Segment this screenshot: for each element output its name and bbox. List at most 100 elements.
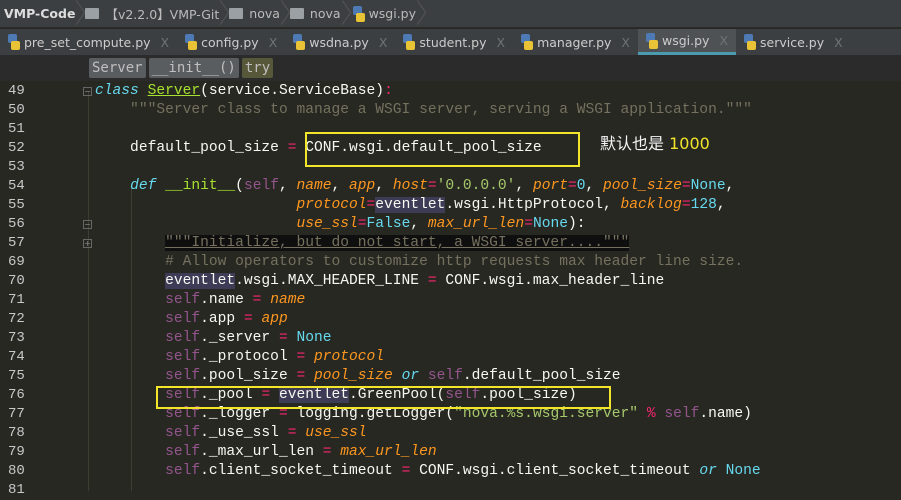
close-icon[interactable]: X bbox=[161, 35, 170, 50]
tab-service-py[interactable]: service.py X bbox=[736, 29, 851, 55]
code-token: .name) bbox=[699, 406, 752, 422]
close-icon[interactable]: X bbox=[621, 35, 630, 50]
line-number: 76 bbox=[8, 387, 25, 403]
code-token-self: self bbox=[165, 463, 201, 479]
code-line: use_ssl=False, max_url_len=None): bbox=[60, 215, 585, 234]
close-icon[interactable]: X bbox=[834, 35, 843, 50]
python-file-icon bbox=[401, 34, 416, 50]
line-number: 80 bbox=[8, 463, 25, 479]
code-token-hl: eventlet bbox=[165, 273, 236, 289]
breadcrumb-folder-nova-sub[interactable]: nova bbox=[286, 0, 347, 28]
highlight-box-default-pool-size bbox=[305, 132, 580, 167]
breadcrumb-label: nova bbox=[309, 6, 341, 21]
breadcrumb-folder-nova[interactable]: nova bbox=[225, 0, 286, 28]
tab-pre_set_compute-py[interactable]: pre_set_compute.py X bbox=[0, 29, 177, 55]
code-token-self: self bbox=[165, 311, 201, 327]
breadcrumb-folder-vmp-git[interactable]: 【v2.2.0】VMP-Git bbox=[81, 0, 225, 28]
code-token: ._use_ssl bbox=[200, 425, 288, 441]
code-token: CONF.wsgi.max_header_line bbox=[436, 273, 665, 289]
code-token-param: pool_size bbox=[603, 178, 682, 194]
code-token: .name bbox=[200, 292, 253, 308]
tab-student-py[interactable]: student.py X bbox=[395, 29, 513, 55]
code-token-self: self bbox=[165, 444, 201, 460]
code-token-self: self bbox=[664, 406, 700, 422]
tab-config-py[interactable]: config.py X bbox=[177, 29, 285, 55]
code-token-num: 0 bbox=[576, 178, 586, 194]
code-token: ( bbox=[235, 178, 244, 194]
tab-wsgi-py[interactable]: wsgi.py X bbox=[638, 29, 737, 55]
tab-label: config.py bbox=[201, 34, 259, 50]
code-token-fn: __init__ bbox=[165, 178, 236, 194]
code-token-param: port bbox=[532, 178, 568, 194]
scope-breadcrumb: Server __init__() try bbox=[0, 55, 901, 81]
tab-wsdna-py[interactable]: wsdna.py X bbox=[285, 29, 395, 55]
code-token-param: host bbox=[392, 178, 428, 194]
close-icon[interactable]: X bbox=[719, 33, 728, 48]
breadcrumb-label: nova bbox=[249, 6, 280, 21]
code-token-const: False bbox=[366, 216, 411, 232]
code-line: eventlet.wsgi.MAX_HEADER_LINE = CONF.wsg… bbox=[60, 272, 664, 291]
code-token-kw: or bbox=[401, 368, 420, 384]
code-token-param: use_ssl bbox=[296, 216, 358, 232]
close-icon[interactable]: X bbox=[269, 35, 278, 50]
code-line: """Initialize, but do not start, a WSGI … bbox=[60, 234, 630, 253]
scope-server[interactable]: Server bbox=[89, 58, 146, 78]
code-token-kw: def bbox=[130, 178, 157, 194]
code-token-param: app bbox=[261, 311, 288, 327]
code-token-param: pool_size bbox=[314, 368, 393, 384]
code-line: self.name = name bbox=[60, 291, 305, 310]
code-line: class Server(service.ServiceBase): bbox=[60, 82, 393, 101]
code-line: def __init__(self, name, app, host='0.0.… bbox=[60, 177, 734, 196]
annotation-number: 1000 bbox=[669, 134, 710, 153]
code-editor[interactable]: 49 50 51 52 53 54 55 56 57 69 70 71 72 73 74 75 76 77 78 79… bbox=[0, 81, 901, 498]
code-token: , bbox=[716, 197, 726, 213]
python-file-icon bbox=[291, 34, 306, 50]
code-token-op: = bbox=[681, 197, 691, 213]
code-token-const: None bbox=[532, 216, 568, 232]
breadcrumb-file[interactable]: wsgi.py bbox=[347, 0, 422, 28]
breadcrumb-project[interactable]: VMP-Code bbox=[0, 0, 81, 28]
line-number: 75 bbox=[8, 368, 25, 384]
code-token: ._max_url_len bbox=[200, 444, 323, 460]
code-token-cls: Server bbox=[147, 83, 201, 99]
code-line: protocol=eventlet.wsgi.HttpProtocol, bac… bbox=[60, 196, 726, 215]
code-token: , bbox=[410, 216, 428, 232]
python-file-icon bbox=[6, 34, 20, 50]
code-token-op: = bbox=[366, 197, 376, 213]
code-token-op: = bbox=[278, 330, 288, 346]
close-icon[interactable]: X bbox=[497, 35, 506, 50]
code-token-param: protocol bbox=[314, 349, 385, 365]
code-token-kw: or bbox=[699, 463, 717, 479]
code-token-param: backlog bbox=[620, 197, 682, 213]
code-token-self: self bbox=[165, 292, 201, 308]
scope-init[interactable]: __init__() bbox=[148, 58, 239, 78]
breadcrumb-label: VMP-Code bbox=[4, 6, 76, 21]
code-token-op: = bbox=[357, 216, 367, 232]
tab-manager-py[interactable]: manager.py X bbox=[513, 29, 638, 55]
annotation-text: 默认也是 bbox=[600, 134, 670, 153]
python-file-icon bbox=[644, 32, 658, 49]
code-token-param: max_url_len bbox=[427, 216, 525, 232]
scope-try[interactable]: try bbox=[241, 58, 274, 78]
code-token-param: name bbox=[270, 292, 306, 308]
code-line: self.pool_size = pool_size or self.defau… bbox=[60, 367, 620, 386]
close-icon[interactable]: X bbox=[379, 35, 388, 50]
code-token-self: self bbox=[165, 368, 201, 384]
highlight-box-green-pool bbox=[156, 386, 611, 409]
code-token-op: = bbox=[296, 368, 306, 384]
code-token-op: = bbox=[427, 273, 437, 289]
code-line: self.client_socket_timeout = CONF.wsgi.c… bbox=[60, 462, 761, 481]
code-token-op: = bbox=[568, 178, 577, 194]
